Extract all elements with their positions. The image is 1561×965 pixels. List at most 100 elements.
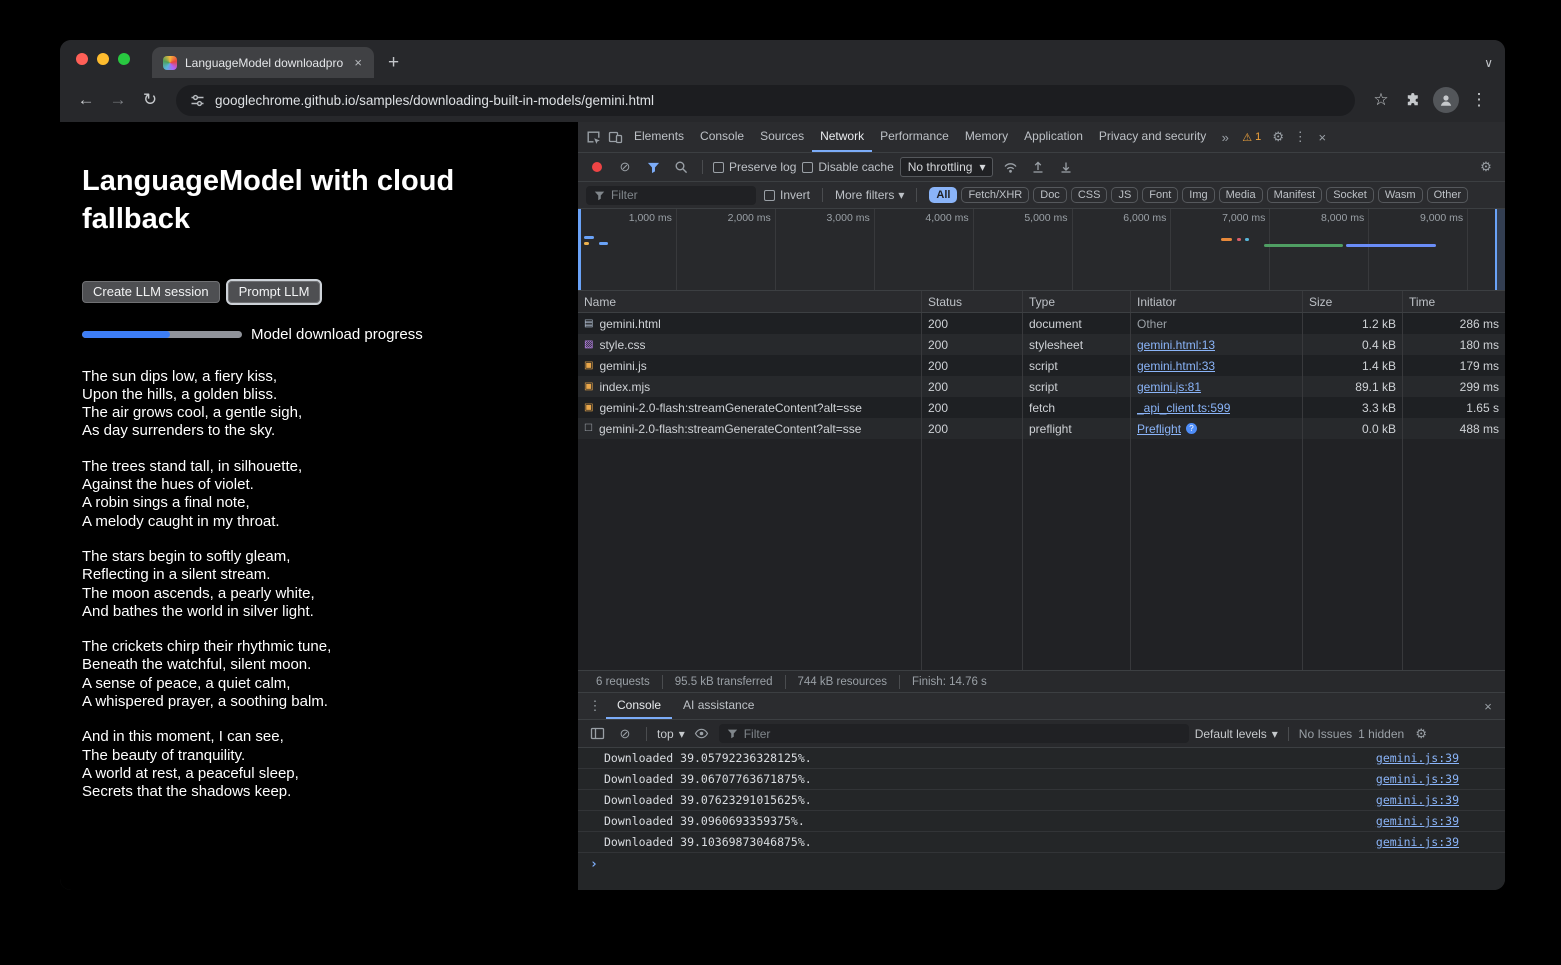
filter-icon[interactable] xyxy=(642,156,664,178)
request-type-chip[interactable]: CSS xyxy=(1071,187,1108,203)
network-conditions-icon[interactable] xyxy=(999,156,1021,178)
console-source-link[interactable]: gemini.js:39 xyxy=(1376,751,1459,765)
timeline-brush-right[interactable] xyxy=(1495,209,1505,290)
console-filter-input[interactable]: Filter xyxy=(719,724,1189,743)
timeline-tick-label: 1,000 ms xyxy=(578,209,677,290)
window-zoom-button[interactable] xyxy=(118,53,130,65)
initiator-link[interactable]: Preflight xyxy=(1137,422,1181,436)
import-har-icon[interactable] xyxy=(1027,156,1049,178)
request-type-chip[interactable]: Other xyxy=(1427,187,1469,203)
issues-warning-badge[interactable]: ⚠ 1 xyxy=(1236,131,1267,144)
window-close-button[interactable] xyxy=(76,53,88,65)
devtools-tab[interactable]: Sources xyxy=(752,122,812,152)
network-request-row[interactable]: gemini.js 200 script gemini.html:33 ? 1.… xyxy=(578,355,1505,376)
column-header-size[interactable]: Size xyxy=(1303,291,1403,312)
reload-button[interactable]: ↻ xyxy=(136,86,164,114)
request-type-chip[interactable]: Wasm xyxy=(1378,187,1423,203)
prompt-llm-button[interactable]: Prompt LLM xyxy=(228,281,321,303)
drawer-close-icon[interactable]: × xyxy=(1477,695,1499,717)
devtools-tab[interactable]: Console xyxy=(692,122,752,152)
column-header-time[interactable]: Time xyxy=(1403,291,1505,312)
initiator-link[interactable]: gemini.js:81 xyxy=(1137,380,1201,394)
console-source-link[interactable]: gemini.js:39 xyxy=(1376,793,1459,807)
devtools-tab[interactable]: Elements xyxy=(626,122,692,152)
hidden-messages-count[interactable]: 1 hidden xyxy=(1358,727,1404,741)
extensions-icon[interactable] xyxy=(1399,86,1427,114)
window-minimize-button[interactable] xyxy=(97,53,109,65)
devtools-tab[interactable]: Application xyxy=(1016,122,1091,152)
timeline-brush-left[interactable] xyxy=(578,209,581,290)
console-settings-icon[interactable]: ⚙ xyxy=(1410,723,1432,745)
back-button[interactable]: ← xyxy=(72,86,100,114)
request-type-chip[interactable]: All xyxy=(929,187,957,203)
request-type-chip[interactable]: Font xyxy=(1142,187,1178,203)
network-request-row[interactable]: style.css 200 stylesheet gemini.html:13 … xyxy=(578,334,1505,355)
issues-status[interactable]: No Issues xyxy=(1299,727,1352,741)
log-levels-dropdown[interactable]: Default levels ▾ xyxy=(1195,727,1278,741)
new-tab-button[interactable]: + xyxy=(388,52,399,74)
request-type-chip[interactable]: JS xyxy=(1111,187,1138,203)
console-source-link[interactable]: gemini.js:39 xyxy=(1376,814,1459,828)
devtools-settings-icon[interactable]: ⚙ xyxy=(1267,126,1289,148)
clear-console-icon[interactable]: ⊘ xyxy=(614,723,636,745)
request-type-chip[interactable]: Manifest xyxy=(1267,187,1323,203)
browser-tab[interactable]: LanguageModel downloadpro × xyxy=(152,47,374,78)
clear-network-log-icon[interactable]: ⊘ xyxy=(614,156,636,178)
preserve-log-checkbox[interactable]: Preserve log xyxy=(713,160,796,174)
column-header-initiator[interactable]: Initiator xyxy=(1131,291,1303,312)
browser-menu-kebab-icon[interactable]: ⋮ xyxy=(1465,86,1493,114)
initiator-link[interactable]: gemini.html:13 xyxy=(1137,338,1215,352)
create-llm-session-button[interactable]: Create LLM session xyxy=(82,281,220,303)
more-panels-icon[interactable]: » xyxy=(1214,126,1236,148)
initiator-link[interactable]: _api_client.ts:599 xyxy=(1137,401,1230,415)
tab-close-icon[interactable]: × xyxy=(352,55,364,70)
site-settings-icon[interactable] xyxy=(190,93,205,108)
initiator-link[interactable]: gemini.html:33 xyxy=(1137,359,1215,373)
network-request-row[interactable]: gemini-2.0-flash:streamGenerateContent?a… xyxy=(578,418,1505,439)
request-type-chip[interactable]: Socket xyxy=(1326,187,1374,203)
javascript-context-selector[interactable]: top ▾ xyxy=(657,727,685,741)
column-header-status[interactable]: Status xyxy=(922,291,1023,312)
more-filters-dropdown[interactable]: More filters ▾ xyxy=(835,188,904,202)
forward-button[interactable]: → xyxy=(104,86,132,114)
drawer-tab[interactable]: Console xyxy=(606,693,672,719)
network-settings-gear-icon[interactable]: ⚙ xyxy=(1475,156,1497,178)
request-type-chip[interactable]: Doc xyxy=(1033,187,1067,203)
devtools-tab[interactable]: Memory xyxy=(957,122,1016,152)
devtools-kebab-icon[interactable]: ⋮ xyxy=(1289,126,1311,148)
network-request-row[interactable]: gemini.html 200 document Other ? 1.2 kB … xyxy=(578,313,1505,334)
invert-filter-checkbox[interactable]: Invert xyxy=(764,188,810,202)
profile-avatar[interactable] xyxy=(1433,87,1459,113)
console-source-link[interactable]: gemini.js:39 xyxy=(1376,835,1459,849)
inspect-element-icon[interactable] xyxy=(582,126,604,148)
column-header-type[interactable]: Type xyxy=(1023,291,1131,312)
console-prompt[interactable]: › xyxy=(578,853,1505,872)
device-toolbar-icon[interactable] xyxy=(604,126,626,148)
bookmark-star-icon[interactable]: ☆ xyxy=(1367,86,1395,114)
devtools-tab[interactable]: Privacy and security xyxy=(1091,122,1214,152)
export-har-icon[interactable] xyxy=(1055,156,1077,178)
request-type-chip[interactable]: Fetch/XHR xyxy=(961,187,1029,203)
record-network-log-button[interactable] xyxy=(592,162,602,172)
address-bar[interactable]: googlechrome.github.io/samples/downloadi… xyxy=(176,85,1355,116)
disable-cache-checkbox[interactable]: Disable cache xyxy=(802,160,893,174)
initiator-link[interactable]: Other xyxy=(1137,317,1167,331)
network-request-row[interactable]: gemini-2.0-flash:streamGenerateContent?a… xyxy=(578,397,1505,418)
live-expression-eye-icon[interactable] xyxy=(691,723,713,745)
console-source-link[interactable]: gemini.js:39 xyxy=(1376,772,1459,786)
devtools-close-icon[interactable]: × xyxy=(1311,126,1333,148)
throttling-select[interactable]: No throttling ▾ xyxy=(900,157,994,177)
devtools-tab[interactable]: Network xyxy=(812,122,872,152)
network-request-row[interactable]: index.mjs 200 script gemini.js:81 ? 89.1… xyxy=(578,376,1505,397)
request-type-chip[interactable]: Media xyxy=(1219,187,1263,203)
column-header-name[interactable]: Name xyxy=(578,291,922,312)
network-filter-input[interactable]: Filter xyxy=(586,186,756,205)
devtools-tab[interactable]: Performance xyxy=(872,122,957,152)
request-type-chip[interactable]: Img xyxy=(1182,187,1214,203)
drawer-kebab-icon[interactable]: ⋮ xyxy=(584,695,606,717)
drawer-tab[interactable]: AI assistance xyxy=(672,693,765,719)
console-sidebar-icon[interactable] xyxy=(586,723,608,745)
network-overview-timeline[interactable]: 1,000 ms 2,000 ms 3,000 ms 4,000 ms 5,00… xyxy=(578,209,1505,291)
search-icon[interactable] xyxy=(670,156,692,178)
tab-search-button[interactable]: ∨ xyxy=(1484,56,1493,70)
